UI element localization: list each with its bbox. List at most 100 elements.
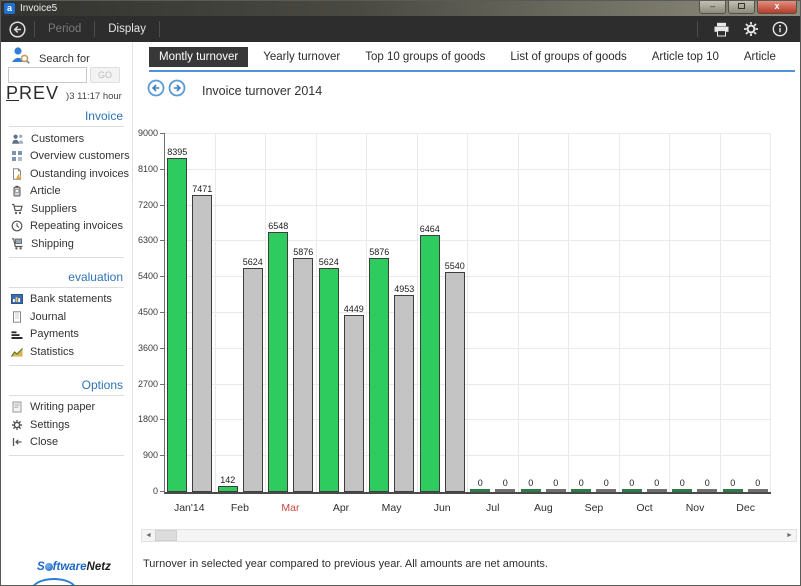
bar-previous-year bbox=[697, 489, 717, 492]
maximize-icon bbox=[738, 3, 745, 9]
horizontal-scrollbar[interactable]: ◄ ► bbox=[141, 529, 797, 542]
bar-previous-year bbox=[243, 268, 263, 492]
x-axis-label-nov: Nov bbox=[670, 502, 721, 514]
sidebar-item-article[interactable]: Article bbox=[1, 183, 132, 201]
bar-value-label: 142 bbox=[220, 475, 235, 485]
outstanding-invoices-icon bbox=[11, 168, 23, 180]
sidebar-item-close[interactable]: Close bbox=[1, 434, 132, 452]
bar-wrap: 6548 bbox=[268, 221, 288, 492]
overview-customers-icon bbox=[11, 150, 23, 162]
chart-x-axis-labels: Jan'14FebMarAprMayJunJulAugSepOctNovDec bbox=[164, 502, 771, 514]
scroll-left-icon[interactable]: ◄ bbox=[142, 530, 155, 541]
bar-value-label: 5876 bbox=[369, 247, 389, 257]
close-button[interactable]: x bbox=[757, 1, 797, 14]
tab-article-top-10[interactable]: Article top 10 bbox=[642, 47, 729, 67]
month-group-jun: 64645540 bbox=[418, 134, 469, 492]
x-axis-label-oct: Oct bbox=[619, 502, 670, 514]
menu-item-display[interactable]: Display bbox=[95, 23, 159, 35]
sidebar-item-overview-customers[interactable]: Overview customers bbox=[1, 148, 132, 166]
sidebar-item-payments[interactable]: Payments bbox=[1, 326, 132, 344]
x-axis-label-may: May bbox=[366, 502, 417, 514]
month-group-aug: 00 bbox=[519, 134, 570, 492]
sidebar-item-customers[interactable]: Customers bbox=[1, 130, 132, 148]
tab-top-10-groups-of-goods[interactable]: Top 10 groups of goods bbox=[355, 47, 495, 67]
sidebar-item-label: Journal bbox=[30, 311, 66, 323]
sidebar-item-label: Close bbox=[30, 436, 58, 448]
minimize-button[interactable]: – bbox=[699, 1, 726, 14]
bar-wrap: 0 bbox=[723, 478, 743, 492]
sidebar-item-repeating-invoices[interactable]: Repeating invoices bbox=[1, 218, 132, 236]
section-divider bbox=[9, 126, 124, 127]
scrollbar-thumb[interactable] bbox=[155, 530, 177, 541]
bar-wrap: 8395 bbox=[167, 147, 187, 492]
softwarenetz-logo: SftwareNetz bbox=[37, 561, 111, 573]
x-axis-label-mar: Mar bbox=[265, 502, 316, 514]
sidebar-item-suppliers[interactable]: Suppliers bbox=[1, 200, 132, 218]
sidebar-item-statistics[interactable]: Statistics bbox=[1, 343, 132, 361]
sidebar-item-label: Writing paper bbox=[30, 401, 95, 413]
y-axis-label: 8100 bbox=[118, 164, 158, 174]
x-axis-label-jun: Jun bbox=[417, 502, 468, 514]
section-divider bbox=[9, 257, 124, 258]
bar-value-label: 0 bbox=[705, 478, 710, 488]
globe-icon bbox=[45, 563, 53, 571]
month-group-oct: 00 bbox=[620, 134, 671, 492]
settings-icon[interactable] bbox=[743, 21, 759, 37]
settings-small-icon bbox=[11, 419, 23, 431]
bar-selected-year bbox=[521, 489, 541, 492]
search-input[interactable] bbox=[8, 67, 87, 83]
bar-value-label: 0 bbox=[755, 478, 760, 488]
y-axis-label: 1800 bbox=[118, 414, 158, 424]
bar-wrap: 4449 bbox=[344, 304, 364, 492]
bar-selected-year bbox=[672, 489, 692, 492]
back-button[interactable] bbox=[9, 21, 26, 38]
bar-selected-year bbox=[319, 268, 339, 492]
bar-value-label: 0 bbox=[553, 478, 558, 488]
sidebar-item-label: Settings bbox=[30, 419, 70, 431]
tab-yearly-turnover[interactable]: Yearly turnover bbox=[253, 47, 350, 67]
sidebar-item-oustanding-invoices[interactable]: Oustanding invoices bbox=[1, 165, 132, 183]
shipping-icon bbox=[11, 238, 24, 250]
month-group-feb: 1425624 bbox=[216, 134, 267, 492]
x-axis-label-feb: Feb bbox=[215, 502, 266, 514]
printer-icon[interactable] bbox=[713, 22, 730, 37]
tab-customers[interactable]: Customers bbox=[791, 47, 801, 67]
sidebar-item-settings[interactable]: Settings bbox=[1, 416, 132, 434]
tab-montly-turnover[interactable]: Montly turnover bbox=[149, 47, 248, 67]
bar-value-label: 0 bbox=[604, 478, 609, 488]
menu-bar: Period Display bbox=[1, 16, 800, 42]
app-icon: a bbox=[4, 3, 15, 14]
sidebar-item-writing-paper[interactable]: Writing paper bbox=[1, 399, 132, 417]
sidebar-item-label: Overview customers bbox=[30, 150, 130, 162]
month-group-may: 58764953 bbox=[367, 134, 418, 492]
prev-period-button[interactable] bbox=[147, 79, 165, 97]
bar-previous-year bbox=[293, 258, 313, 492]
bar-selected-year bbox=[470, 489, 490, 492]
y-axis-label: 900 bbox=[118, 450, 158, 460]
info-icon[interactable] bbox=[772, 21, 788, 37]
tab-article[interactable]: Article bbox=[734, 47, 786, 67]
article-icon bbox=[11, 185, 23, 197]
bar-wrap: 0 bbox=[748, 478, 768, 492]
month-group-dec: 00 bbox=[721, 134, 772, 492]
suppliers-icon bbox=[11, 203, 24, 215]
y-axis-label: 5400 bbox=[118, 271, 158, 281]
y-axis-label: 7200 bbox=[118, 200, 158, 210]
tab-list-of-groups-of-goods[interactable]: List of groups of goods bbox=[500, 47, 636, 67]
sidebar-item-journal[interactable]: Journal bbox=[1, 308, 132, 326]
y-axis-label: 0 bbox=[118, 486, 158, 496]
bar-value-label: 5624 bbox=[319, 257, 339, 267]
bar-previous-year bbox=[192, 195, 212, 492]
next-period-button[interactable] bbox=[168, 79, 186, 97]
sidebar-item-shipping[interactable]: Shipping bbox=[1, 235, 132, 253]
menu-item-period[interactable]: Period bbox=[35, 23, 94, 35]
bar-value-label: 4449 bbox=[344, 304, 364, 314]
sidebar-item-bank-statements[interactable]: Bank statements bbox=[1, 291, 132, 309]
go-button[interactable]: GO bbox=[90, 67, 120, 83]
maximize-button[interactable] bbox=[728, 1, 755, 14]
prev-label: PREV bbox=[6, 83, 59, 104]
chart-bars: 8395747114256246548587656244449587649536… bbox=[165, 134, 771, 492]
bar-value-label: 0 bbox=[528, 478, 533, 488]
bar-value-label: 0 bbox=[730, 478, 735, 488]
scroll-right-icon[interactable]: ► bbox=[783, 530, 796, 541]
